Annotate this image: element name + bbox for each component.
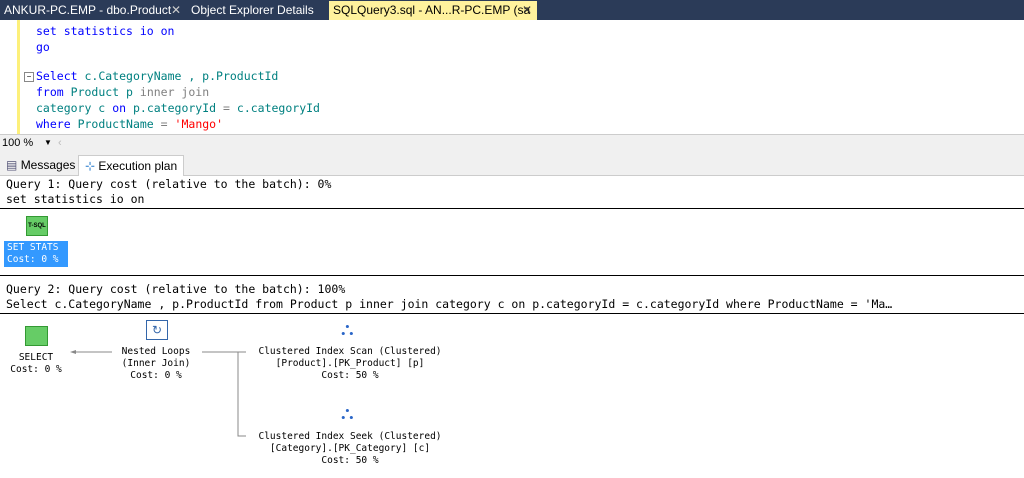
tab-messages[interactable]: ▤ Messages [0,155,81,175]
divider [0,208,1024,209]
change-margin [17,20,20,134]
tab-label: Messages [20,158,76,172]
set-stats-node[interactable]: SET STATS Cost: 0 % [4,241,68,267]
tab-product-table[interactable]: ANKUR-PC.EMP - dbo.Product ✕ [0,1,186,20]
document-tab-bar: ANKUR-PC.EMP - dbo.Product ✕ Object Explo… [0,0,1024,36]
code-line-2: go [36,40,50,54]
divider [0,275,1024,276]
tab-label: Object Explorer Details [191,3,314,17]
query1-header: Query 1: Query cost (relative to the bat… [6,177,332,191]
tab-label: ANKUR-PC.EMP - dbo.Product [4,3,172,17]
code-line-1: set statistics io on [36,24,175,38]
code-line-7: where ProductName = 'Mango' [36,117,224,131]
select-icon [25,326,48,346]
chevron-down-icon[interactable]: ▼ [44,135,52,151]
clustered-index-seek-node[interactable]: Clustered Index Seek (Clustered) [Categor… [244,431,456,467]
tab-sqlquery3[interactable]: SQLQuery3.sql - AN...R-PC.EMP (sa (55))*… [329,1,537,36]
tab-label: Execution plan [98,159,178,173]
clustered-index-seek-icon: ⛬ [341,403,354,423]
sql-editor[interactable]: set statistics io on go − Select c.Categ… [0,20,1024,134]
collapse-icon[interactable]: − [24,72,34,82]
close-icon[interactable]: ✕ [171,1,181,20]
tab-execution-plan[interactable]: ⊹ Execution plan [78,155,185,176]
execution-plan-icon: ⊹ [85,159,96,173]
query1-sql: set statistics io on [6,192,145,206]
select-node[interactable]: SELECT Cost: 0 % [4,352,68,376]
code-line-6: category c on p.categoryId = c.categoryI… [36,101,320,115]
nested-loops-icon: ↻ [146,320,168,340]
zoom-bar: 100 % ▼ ‹ [0,134,1024,151]
query2-header: Query 2: Query cost (relative to the bat… [6,282,346,296]
code-line-5: from Product p inner join [36,85,210,99]
results-tab-bar: ▤ Messages ⊹ Execution plan [0,151,1024,176]
nested-loops-node[interactable]: Nested Loops (Inner Join) Cost: 0 % [106,346,206,382]
messages-icon: ▤ [6,158,18,172]
clustered-index-scan-node[interactable]: Clustered Index Scan (Clustered) [Product… [244,346,456,382]
tab-object-explorer-details[interactable]: Object Explorer Details [187,1,327,20]
tsql-icon: T-SQL [26,216,48,236]
clustered-index-scan-icon: ⛬ [341,319,354,339]
query2-sql: Select c.CategoryName , p.ProductId from… [6,297,893,311]
zoom-select[interactable]: 100 % [2,135,33,151]
arrow-seek-loops [202,351,246,437]
scroll-left-icon[interactable]: ‹ [58,135,62,151]
close-icon[interactable]: ✕ [522,1,532,20]
code-line-4: Select c.CategoryName , p.ProductId [36,69,279,83]
